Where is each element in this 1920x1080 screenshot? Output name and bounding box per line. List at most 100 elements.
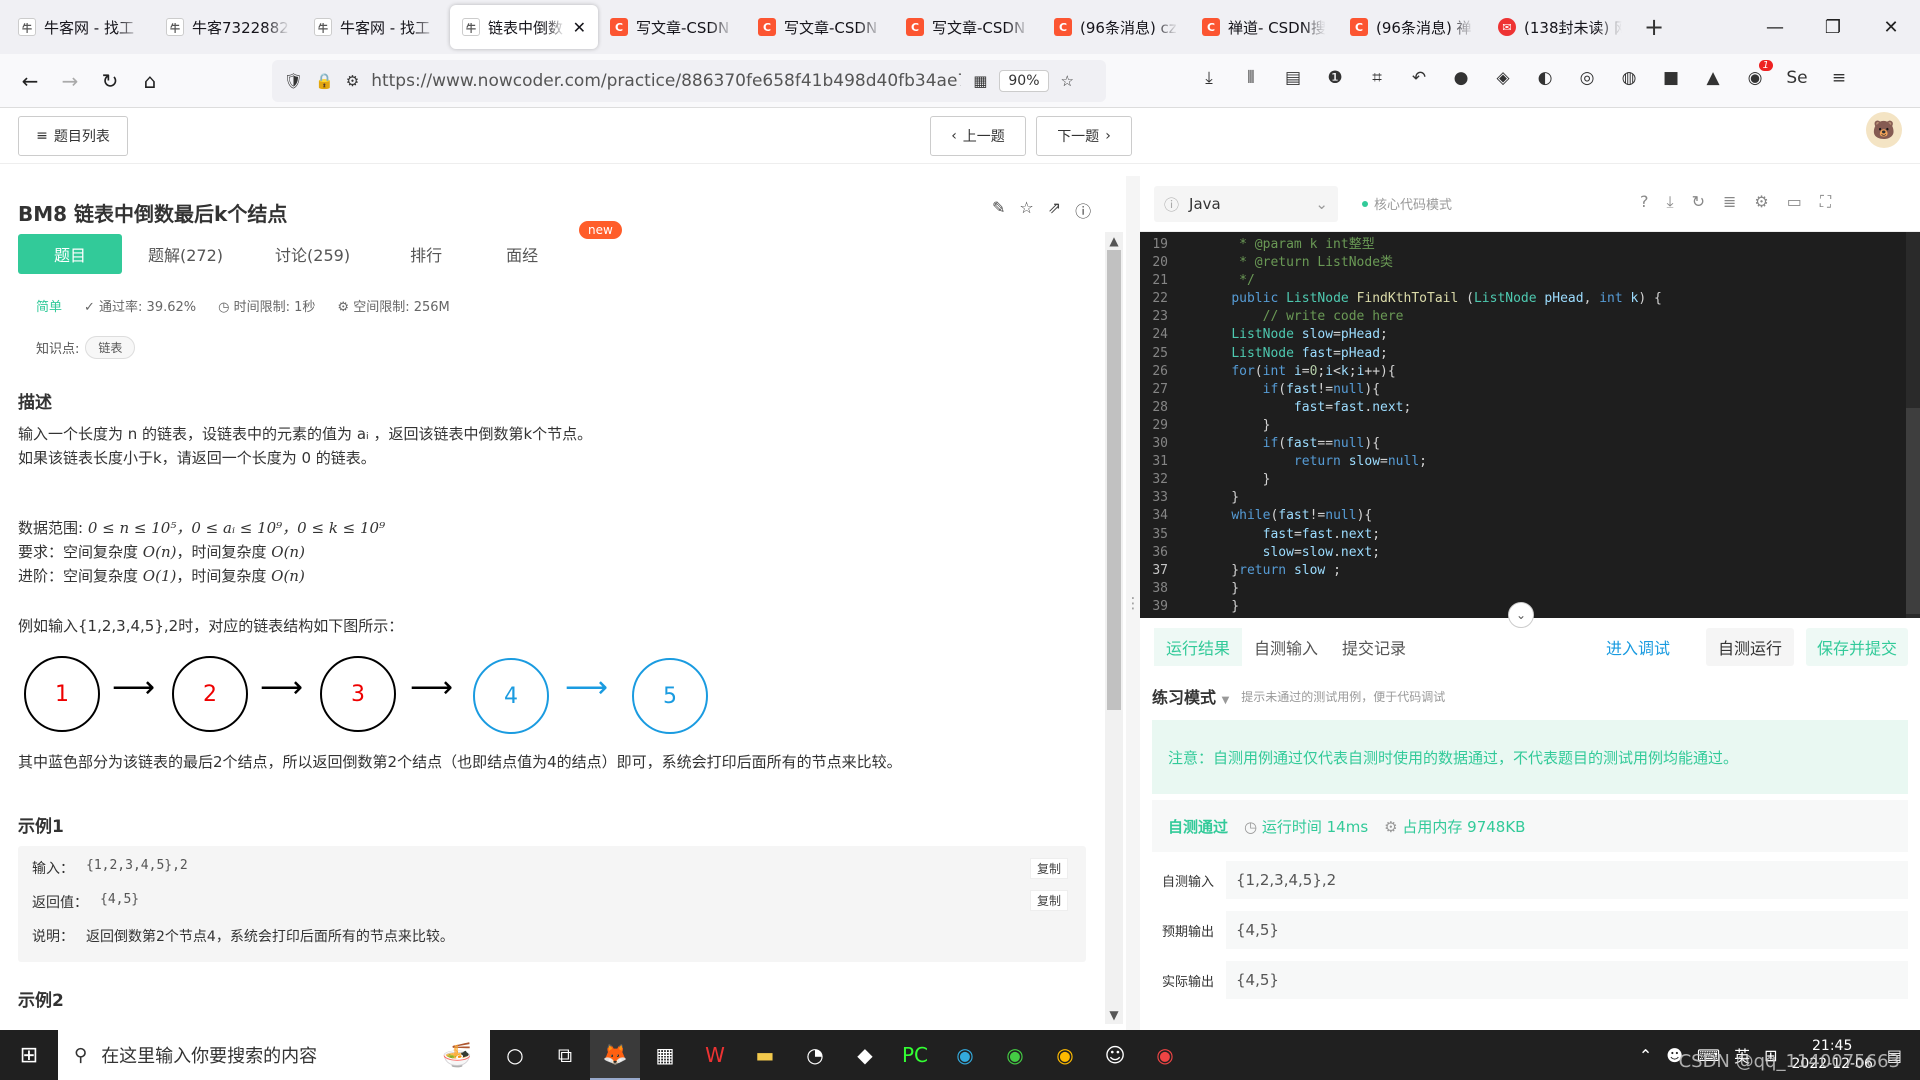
problem-list-button[interactable]: ≡ 题目列表	[18, 116, 128, 156]
sidebar-icon[interactable]: ▤	[1279, 64, 1307, 92]
code-text[interactable]: return slow=null;	[1182, 453, 1427, 471]
favorite-star-icon[interactable]: ☆	[1019, 198, 1033, 222]
share-icon[interactable]: ⇗	[1048, 198, 1061, 222]
code-line[interactable]: 29 }	[1140, 417, 1920, 435]
knowledge-tag[interactable]: 链表	[85, 336, 136, 359]
code-text[interactable]: }	[1182, 598, 1239, 616]
code-text[interactable]: }	[1182, 489, 1239, 507]
code-scrollbar[interactable]	[1906, 232, 1920, 618]
code-line[interactable]: 22 public ListNode FindKthToTail (ListNo…	[1140, 290, 1920, 308]
firefox-icon[interactable]: 🦊	[590, 1030, 640, 1080]
tab-interview[interactable]: 面经	[476, 234, 568, 274]
code-text[interactable]: slow=slow.next;	[1182, 544, 1380, 562]
code-line[interactable]: 33 }	[1140, 489, 1920, 507]
tab-run-result[interactable]: 运行结果	[1154, 628, 1243, 666]
extension-circle-icon[interactable]: ◎	[1573, 64, 1601, 92]
copy-input-button[interactable]: 复制	[1029, 858, 1068, 879]
cortana-icon[interactable]: ○	[490, 1030, 540, 1080]
format-icon[interactable]: ≣	[1723, 192, 1736, 212]
tray-chevron-icon[interactable]: ⌃	[1639, 1046, 1652, 1065]
code-text[interactable]: * @param k int整型	[1182, 236, 1375, 254]
code-line[interactable]: 23 // write code here	[1140, 308, 1920, 326]
code-line[interactable]: 32 }	[1140, 471, 1920, 489]
browser-tab[interactable]: 牛牛客网 - 找工	[6, 5, 154, 49]
extension-info-icon[interactable]: ❶	[1321, 64, 1349, 92]
code-line[interactable]: 19 * @param k int整型	[1140, 236, 1920, 254]
settings-icon[interactable]: ⚙	[1754, 192, 1768, 212]
maximize-icon[interactable]: ❐	[1804, 17, 1862, 38]
library-icon[interactable]: ⫴	[1237, 64, 1265, 92]
browser-tab[interactable]: 牛链表中倒数 ✕	[450, 5, 598, 49]
extension-shield-icon[interactable]: ◈	[1489, 64, 1517, 92]
code-line[interactable]: 35 fast=fast.next;	[1140, 526, 1920, 544]
crop-icon[interactable]: ⌗	[1363, 64, 1391, 92]
code-line[interactable]: 37 }return slow ;	[1140, 562, 1920, 580]
panel-resize-handle[interactable]: ⋮	[1126, 176, 1141, 1030]
problem-scrollbar[interactable]: ▲ ▼	[1105, 232, 1123, 1024]
layout-icon[interactable]: ▭	[1787, 192, 1802, 212]
code-scrollbar-thumb[interactable]	[1906, 408, 1920, 614]
shield-icon[interactable]: 🛡	[284, 72, 303, 90]
anime-app-icon[interactable]: ☺	[1090, 1030, 1140, 1080]
code-text[interactable]: // write code here	[1182, 308, 1404, 326]
pycharm-icon[interactable]: PC	[890, 1030, 940, 1080]
extension-black-icon[interactable]: ■	[1657, 64, 1685, 92]
selenium-icon[interactable]: Se	[1783, 64, 1811, 92]
tab-solutions[interactable]: 题解(272)	[122, 234, 249, 274]
code-line[interactable]: 26 for(int i=0;i<k;i++){	[1140, 363, 1920, 381]
chrome-icon-3[interactable]: ◉	[1140, 1030, 1190, 1080]
code-editor[interactable]: 19 * @param k int整型 20 * @return ListNode…	[1140, 232, 1920, 618]
globe-icon[interactable]: ◍	[1615, 64, 1643, 92]
code-text[interactable]: }	[1182, 417, 1271, 435]
app-blue-icon[interactable]: ▦	[640, 1030, 690, 1080]
language-select[interactable]: ⓘ Java ⌄	[1154, 186, 1338, 222]
tab-submissions[interactable]: 提交记录	[1330, 628, 1418, 666]
copy-output-button[interactable]: 复制	[1029, 890, 1068, 911]
address-bar[interactable]: 🛡 🔒 ⚙ https://www.nowcoder.com/practice/…	[272, 60, 1106, 102]
bookmark-star-icon[interactable]: ☆	[1061, 72, 1074, 90]
code-line[interactable]: 30 if(fast==null){	[1140, 435, 1920, 453]
code-line[interactable]: 27 if(fast!=null){	[1140, 381, 1920, 399]
taskbar-search[interactable]: ⚲ 在这里输入你要搜索的内容 🍜	[58, 1030, 490, 1080]
help-icon[interactable]: ?	[1640, 192, 1649, 212]
code-text[interactable]: */	[1182, 272, 1255, 290]
download-code-icon[interactable]: ⤓	[1667, 192, 1674, 212]
code-text[interactable]: ListNode fast=pHead;	[1182, 345, 1388, 363]
fullscreen-icon[interactable]: ⛶	[1820, 192, 1831, 212]
menu-icon[interactable]: ≡	[1825, 64, 1853, 92]
scroll-down-icon[interactable]: ▼	[1105, 1008, 1123, 1022]
code-line[interactable]: 36 slow=slow.next;	[1140, 544, 1920, 562]
code-line[interactable]: 21 */	[1140, 272, 1920, 290]
code-text[interactable]: }	[1182, 580, 1239, 598]
code-line[interactable]: 31 return slow=null;	[1140, 453, 1920, 471]
code-line[interactable]: 28 fast=fast.next;	[1140, 399, 1920, 417]
code-text[interactable]: fast=fast.next;	[1182, 399, 1411, 417]
browser-tab[interactable]: 牛牛客网 - 找工	[302, 5, 450, 49]
url-text[interactable]: https://www.nowcoder.com/practice/886370…	[371, 71, 961, 91]
undo-icon[interactable]: ↶	[1405, 64, 1433, 92]
windows-start-icon[interactable]: ⊞	[0, 1030, 58, 1080]
scrollbar-thumb[interactable]	[1107, 250, 1121, 710]
clock-app-icon[interactable]: ◔	[790, 1030, 840, 1080]
scroll-up-icon[interactable]: ▲	[1105, 234, 1123, 248]
edge-icon[interactable]: ◉	[940, 1030, 990, 1080]
chrome-icon-2[interactable]: ◉	[1040, 1030, 1090, 1080]
browser-tab[interactable]: C (96条消息) 禅	[1338, 5, 1486, 49]
self-run-button[interactable]: 自测运行	[1706, 628, 1794, 666]
extension-dots-icon[interactable]: ●	[1447, 64, 1475, 92]
app-crystal-icon[interactable]: ◆	[840, 1030, 890, 1080]
code-text[interactable]: public ListNode FindKthToTail (ListNode …	[1182, 290, 1662, 308]
code-line[interactable]: 38 }	[1140, 580, 1920, 598]
back-icon[interactable]: ←	[10, 69, 50, 93]
code-text[interactable]: if(fast!=null){	[1182, 381, 1380, 399]
close-window-icon[interactable]: ✕	[1862, 17, 1920, 38]
code-text[interactable]: }	[1182, 471, 1271, 489]
browser-tab[interactable]: C 写文章-CSDN	[746, 5, 894, 49]
code-line[interactable]: 34 while(fast!=null){	[1140, 507, 1920, 525]
browser-tab[interactable]: C 写文章-CSDN	[894, 5, 1042, 49]
permissions-icon[interactable]: ⚙	[346, 72, 359, 90]
extension-mask-icon[interactable]: ◐	[1531, 64, 1559, 92]
extension-green-icon[interactable]: ▲	[1699, 64, 1727, 92]
browser-tab[interactable]: C (96条消息) cz	[1042, 5, 1190, 49]
browser-tab[interactable]: C 写文章-CSDN	[598, 5, 746, 49]
